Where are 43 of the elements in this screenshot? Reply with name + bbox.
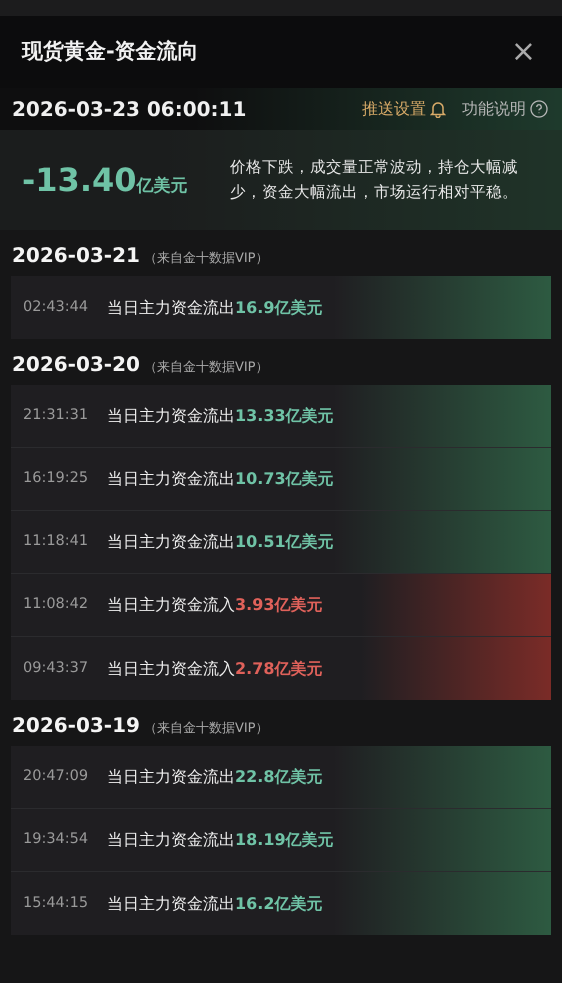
flow-amount: 22.8亿美元	[235, 766, 322, 788]
group-date: 2026-03-20	[12, 351, 140, 378]
flow-amount: 10.73亿美元	[235, 468, 334, 490]
time-label: 11:18:41	[23, 532, 90, 552]
flow-label: 当日主力资金流入	[107, 658, 235, 680]
flow-amount: 13.33亿美元	[235, 405, 334, 427]
time-label: 20:47:09	[23, 767, 90, 786]
window-title: 现货黄金-资金流向	[22, 38, 199, 66]
source-note: （来自金十数据VIP）	[144, 250, 269, 268]
datetime: 2026-03-23 06:00:11	[12, 96, 246, 123]
net-flow-amount: -13.40	[22, 160, 136, 201]
group-date: 2026-03-19	[12, 712, 140, 739]
flow-amount: 18.19亿美元	[235, 829, 334, 851]
time-label: 11:08:42	[23, 595, 90, 614]
time-label: 16:19:25	[23, 469, 90, 488]
time-label: 15:44:15	[23, 894, 90, 913]
time-label: 21:31:31	[23, 406, 90, 426]
flow-label: 当日主力资金流出	[107, 892, 235, 914]
flow-label: 当日主力资金流出	[107, 766, 235, 788]
flow-amount: 16.9亿美元	[235, 296, 322, 318]
flow-amount: 2.78亿美元	[235, 658, 322, 680]
summary-description: 价格下跌，成交量正常波动，持仓大幅减少，资金大幅流出，市场运行相对平稳。	[230, 157, 519, 203]
source-note: （来自金十数据VIP）	[144, 720, 269, 738]
help-icon	[530, 100, 548, 118]
time-label: 19:34:54	[23, 830, 90, 850]
close-button[interactable]: ×	[506, 37, 540, 67]
bell-icon	[430, 100, 446, 118]
help-button[interactable]: 功能说明	[462, 97, 548, 121]
flow-label: 当日主力资金流出	[107, 531, 235, 553]
group-date: 2026-03-21	[12, 242, 140, 269]
amount-unit: 亿美元	[136, 175, 188, 198]
flow-label: 当日主力资金流入	[107, 594, 235, 616]
flow-label: 当日主力资金流出	[107, 296, 235, 318]
flow-label: 当日主力资金流出	[107, 468, 235, 490]
flow-label: 当日主力资金流出	[107, 829, 235, 851]
flow-amount: 3.93亿美元	[235, 594, 322, 616]
flow-amount: 16.2亿美元	[235, 892, 322, 914]
source-note: （来自金十数据VIP）	[144, 359, 269, 377]
push-settings-button[interactable]: 推送设置	[362, 97, 446, 121]
time-label: 02:43:44	[23, 298, 90, 317]
flow-amount: 10.51亿美元	[235, 531, 334, 553]
time-label: 09:43:37	[23, 658, 90, 678]
flow-label: 当日主力资金流出	[107, 405, 235, 427]
